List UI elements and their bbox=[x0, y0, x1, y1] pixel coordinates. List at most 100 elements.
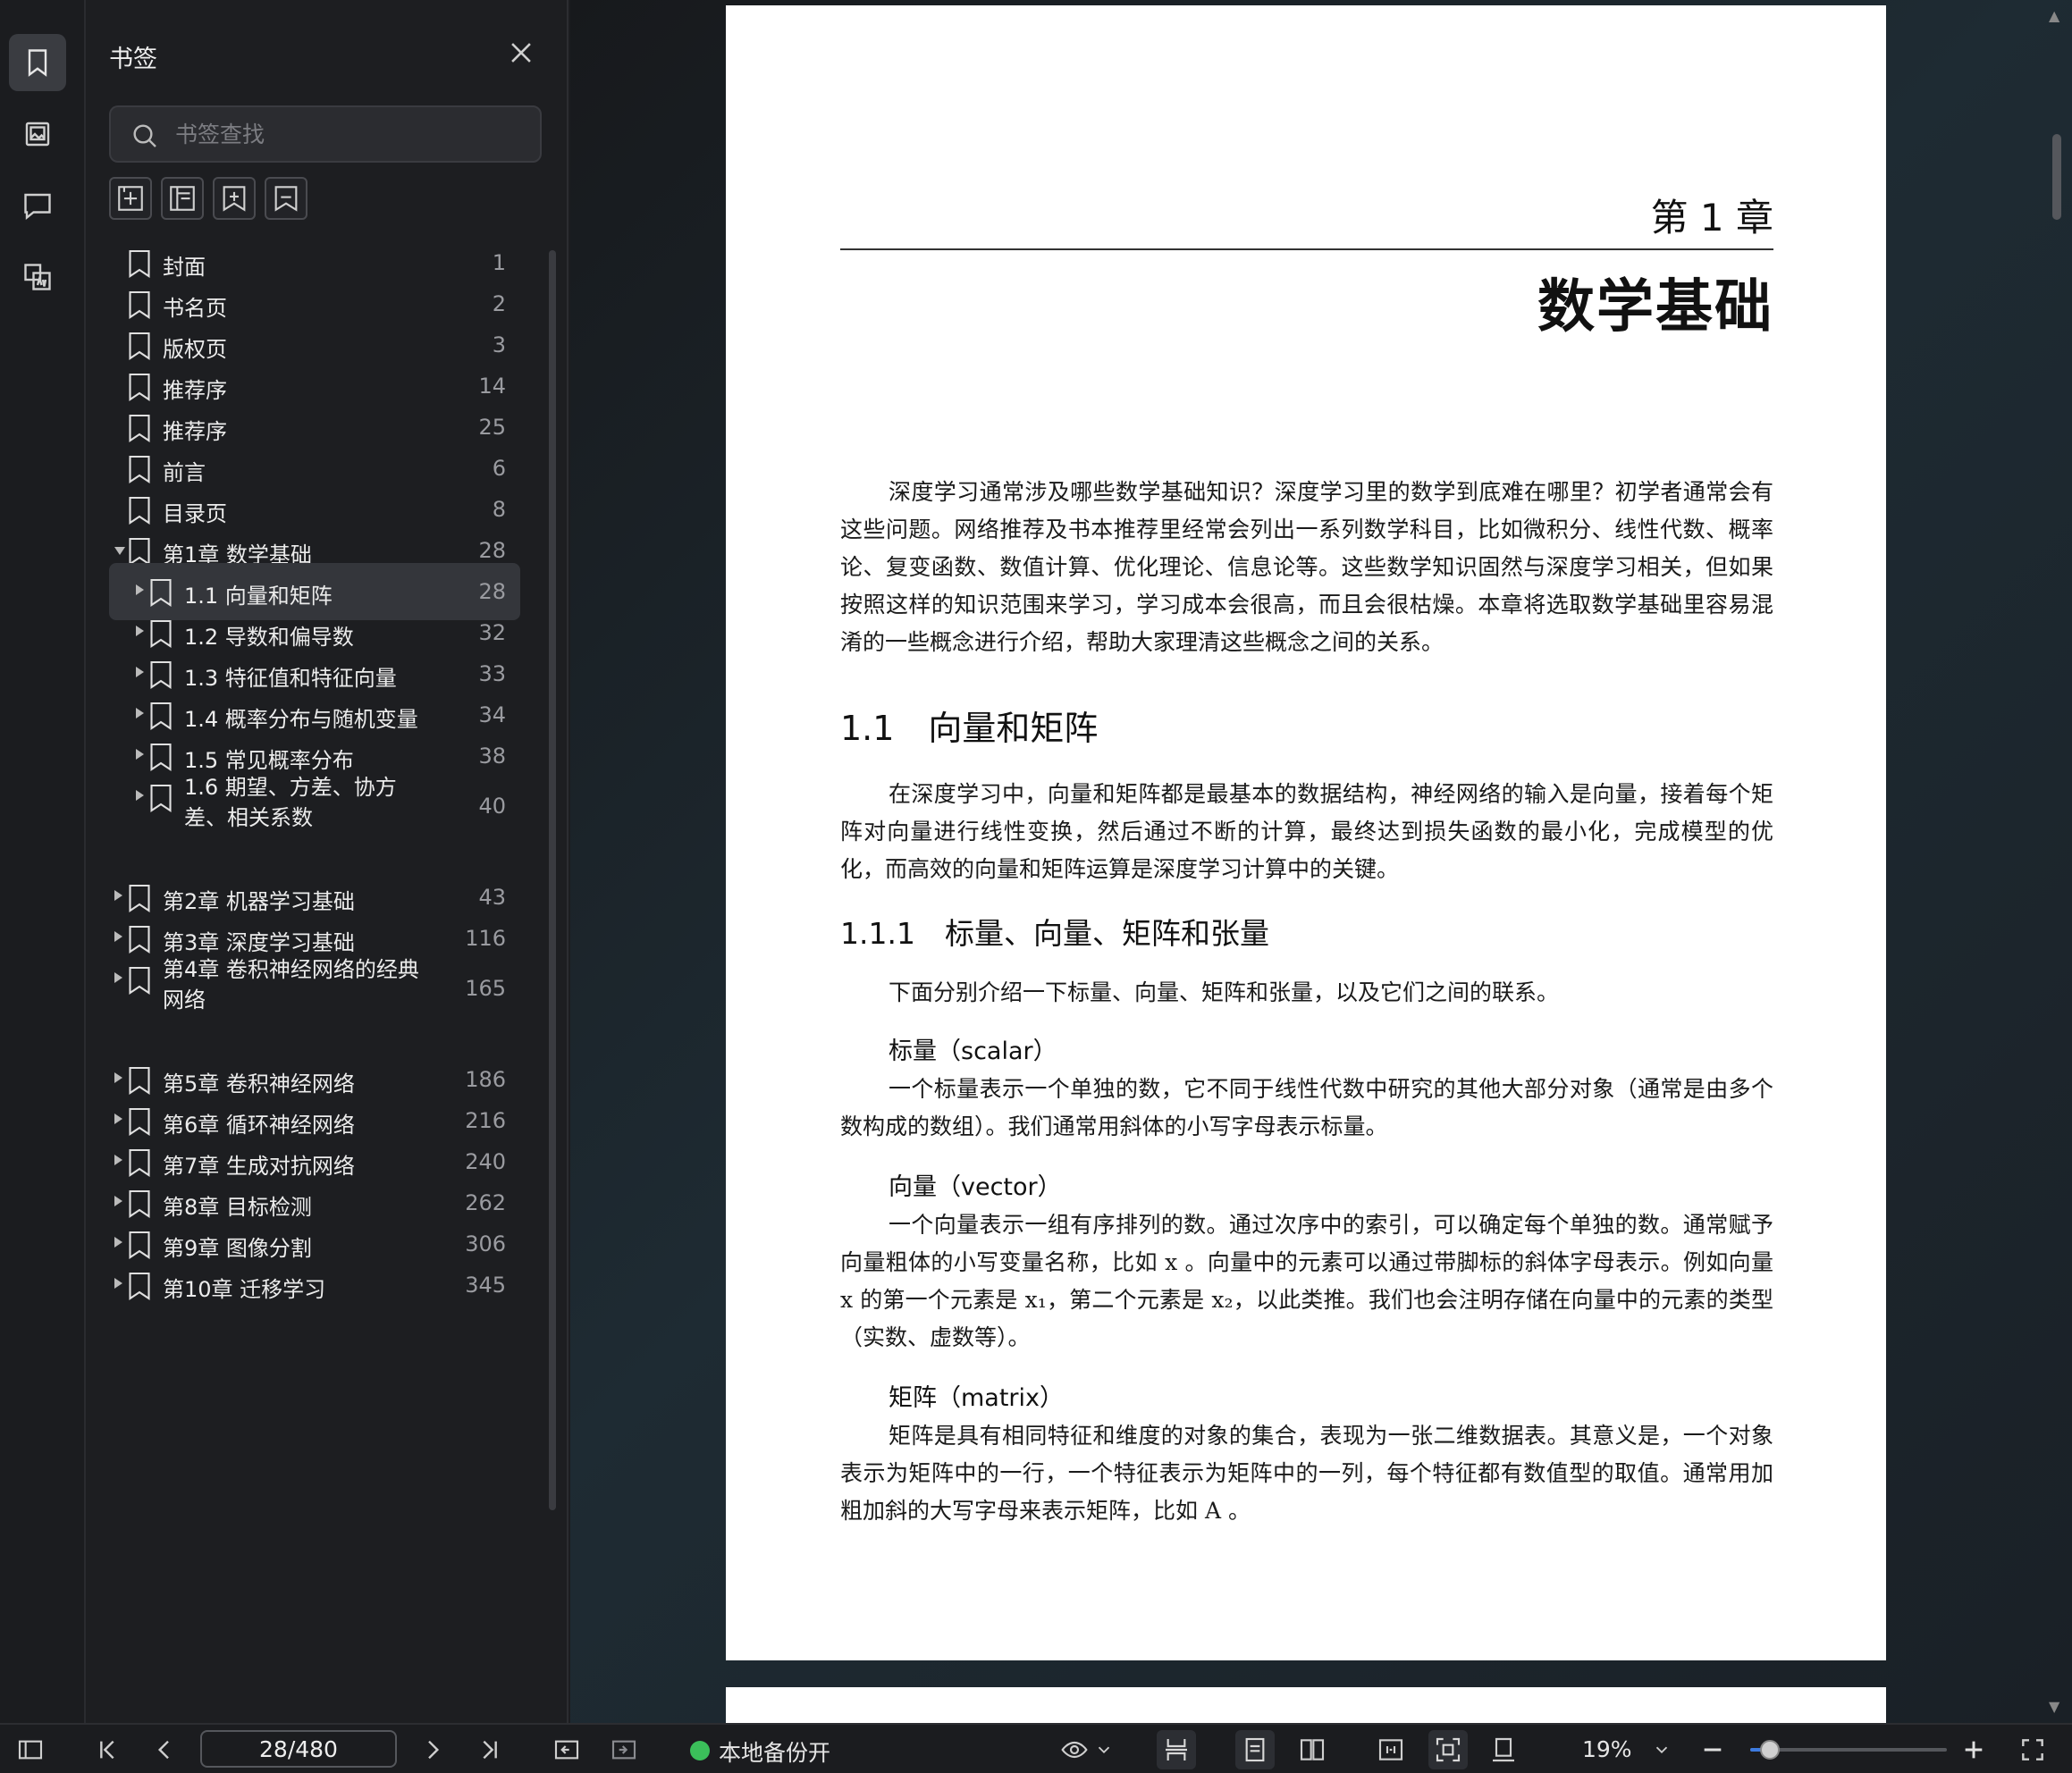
bookmark-page-number: 14 bbox=[478, 374, 506, 399]
bookmark-search-input[interactable] bbox=[175, 116, 524, 152]
zoom-level-label[interactable]: 19% bbox=[1582, 1736, 1632, 1762]
comment-icon bbox=[24, 193, 51, 220]
expanded-arrow-icon[interactable] bbox=[114, 547, 125, 555]
collapsed-arrow-icon[interactable] bbox=[114, 972, 122, 983]
bookmark-page-number: 43 bbox=[478, 885, 506, 910]
collapsed-arrow-icon[interactable] bbox=[114, 931, 122, 942]
bookmark-page-number: 165 bbox=[465, 976, 506, 1001]
close-icon[interactable] bbox=[506, 38, 536, 68]
bookmark-page-number: 38 bbox=[478, 744, 506, 769]
backup-status-dot bbox=[690, 1741, 710, 1760]
bookmark-item[interactable]: 第10章 迁移学习 345 bbox=[109, 1256, 520, 1314]
bookmark-page-number: 240 bbox=[465, 1149, 506, 1174]
rotate-page-icon[interactable] bbox=[1489, 1735, 1518, 1764]
collapsed-arrow-icon[interactable] bbox=[114, 1113, 122, 1124]
collapsed-arrow-icon[interactable] bbox=[136, 626, 144, 636]
scalar-heading: 标量（scalar） bbox=[889, 1038, 1057, 1065]
translate-icon bbox=[24, 264, 51, 290]
document-scrollbar-thumb[interactable] bbox=[2052, 134, 2061, 220]
bookmark-icon bbox=[150, 702, 172, 730]
bookmark-icon bbox=[28, 49, 47, 77]
navigate-back-icon[interactable] bbox=[552, 1735, 581, 1764]
navigate-forward-icon[interactable] bbox=[610, 1735, 638, 1764]
eye-icon[interactable] bbox=[1060, 1735, 1089, 1764]
bookmark-icon bbox=[129, 1066, 150, 1095]
eye-chevron-down-icon[interactable] bbox=[1094, 1735, 1114, 1764]
bookmark-page-number: 28 bbox=[478, 538, 506, 563]
bookmark-icon bbox=[129, 1148, 150, 1177]
collapsed-arrow-icon[interactable] bbox=[114, 1072, 122, 1083]
bookmark-item[interactable]: 1.6 期望、方差、协方差、相关系数 40 bbox=[109, 769, 520, 844]
bookmark-page-number: 345 bbox=[465, 1273, 506, 1298]
toggle-sidebar-icon[interactable] bbox=[16, 1735, 45, 1764]
panel-scrollbar[interactable] bbox=[549, 250, 556, 1510]
zoom-slider[interactable] bbox=[1750, 1740, 1947, 1760]
collapsed-arrow-icon[interactable] bbox=[114, 1155, 122, 1165]
bookmark-icon bbox=[129, 290, 150, 319]
fullscreen-icon[interactable] bbox=[2018, 1735, 2047, 1764]
zoom-in-icon[interactable] bbox=[1959, 1735, 1988, 1764]
next-page-icon[interactable] bbox=[418, 1735, 447, 1764]
fit-width-icon[interactable] bbox=[1377, 1735, 1405, 1764]
search-icon bbox=[133, 124, 156, 147]
bookmark-import-button[interactable] bbox=[213, 177, 256, 220]
two-page-icon[interactable] bbox=[1298, 1735, 1327, 1764]
collapsed-arrow-icon[interactable] bbox=[114, 1196, 122, 1206]
bookmark-page-number: 6 bbox=[492, 456, 506, 481]
section-1-1-paragraph: 在深度学习中，向量和矩阵都是最基本的数据结构，神经网络的输入是向量，接着每个矩阵… bbox=[840, 781, 1773, 882]
collapsed-arrow-icon[interactable] bbox=[114, 1278, 122, 1289]
bookmark-icon bbox=[150, 619, 172, 648]
collapsed-arrow-icon[interactable] bbox=[114, 890, 122, 901]
page-number-input[interactable] bbox=[200, 1730, 397, 1768]
single-page-continuous-button[interactable] bbox=[1157, 1730, 1196, 1769]
collapsed-arrow-icon[interactable] bbox=[136, 584, 144, 595]
single-page-button[interactable] bbox=[1235, 1730, 1275, 1769]
previous-page-icon[interactable] bbox=[150, 1735, 179, 1764]
bookmark-page-number: 25 bbox=[478, 415, 506, 440]
zoom-slider-knob[interactable] bbox=[1760, 1740, 1780, 1760]
bookmark-page-number: 40 bbox=[478, 794, 506, 819]
single-page-icon bbox=[1245, 1737, 1265, 1762]
bookmark-item[interactable]: 第4章 卷积神经网络的经典网络 165 bbox=[109, 951, 520, 1026]
bookmark-page-number: 262 bbox=[465, 1190, 506, 1215]
backup-status-label[interactable]: 本地备份开 bbox=[719, 1735, 830, 1768]
bookmark-icon bbox=[129, 1107, 150, 1136]
bookmark-icon bbox=[129, 332, 150, 360]
bookmark-page-number: 186 bbox=[465, 1067, 506, 1092]
document-view: 第 1 章 数学基础 深度学习通常涉及哪些数学基础知识？深度学习里的数学到底难在… bbox=[570, 0, 2072, 1723]
section-heading-1-1-1: 1.1.1 标量、向量、矩阵和张量 bbox=[840, 916, 1269, 951]
collapsed-arrow-icon[interactable] bbox=[136, 790, 144, 801]
last-page-icon[interactable] bbox=[476, 1735, 504, 1764]
bookmark-label: 第4章 卷积神经网络的经典网络 bbox=[163, 957, 419, 1013]
bookmark-icon bbox=[129, 373, 150, 401]
status-bar: 本地备份开 19% bbox=[0, 1723, 2072, 1773]
bookmark-label: 1.6 期望、方差、协方差、相关系数 bbox=[184, 775, 397, 830]
bookmark-remove-icon bbox=[274, 186, 298, 212]
zoom-out-icon[interactable] bbox=[1698, 1735, 1727, 1764]
fit-page-button[interactable] bbox=[1428, 1730, 1468, 1769]
bookmark-icon bbox=[129, 455, 150, 483]
comment-rail-button[interactable] bbox=[9, 177, 66, 234]
first-page-icon[interactable] bbox=[93, 1735, 122, 1764]
scroll-up-arrow-icon[interactable]: ▲ bbox=[2049, 7, 2059, 24]
add-sub-bookmark-button[interactable] bbox=[161, 177, 204, 220]
collapsed-arrow-icon[interactable] bbox=[114, 1237, 122, 1248]
bookmark-rail-button[interactable] bbox=[9, 34, 66, 91]
bookmark-icon bbox=[129, 966, 150, 995]
add-sub-bookmark-icon bbox=[170, 186, 195, 211]
bookmark-icon bbox=[129, 884, 150, 912]
zoom-chevron-down-icon[interactable] bbox=[1652, 1735, 1672, 1764]
add-bookmark-button[interactable] bbox=[109, 177, 152, 220]
collapsed-arrow-icon[interactable] bbox=[136, 749, 144, 760]
scroll-down-arrow-icon[interactable]: ▼ bbox=[2049, 1698, 2059, 1715]
collapsed-arrow-icon[interactable] bbox=[136, 708, 144, 718]
add-bookmark-icon bbox=[118, 186, 143, 211]
thumbnail-rail-button[interactable] bbox=[9, 105, 66, 163]
bookmark-icon bbox=[129, 249, 150, 278]
translate-rail-button[interactable] bbox=[9, 248, 66, 306]
chapter-number: 第 1 章 bbox=[1650, 196, 1773, 239]
collapsed-arrow-icon[interactable] bbox=[136, 667, 144, 677]
bookmark-icon bbox=[129, 414, 150, 442]
bookmark-import-icon bbox=[223, 186, 246, 212]
bookmark-remove-button[interactable] bbox=[265, 177, 307, 220]
